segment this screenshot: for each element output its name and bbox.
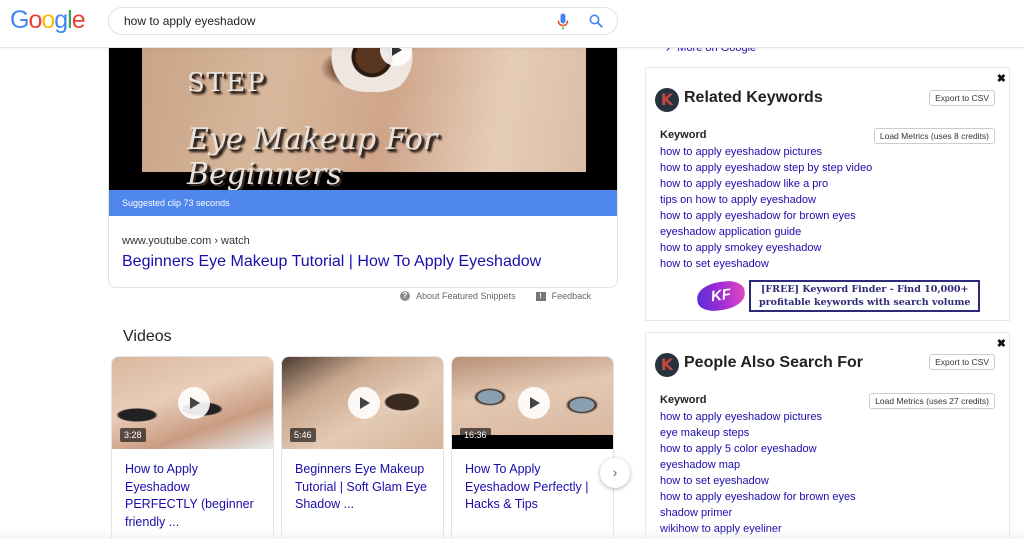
video-thumbnail[interactable]: STEP Eye Makeup For Beginners — [142, 48, 586, 192]
video-thumbnail[interactable]: 5:46 — [282, 357, 443, 449]
logo-letter: G — [10, 6, 29, 34]
promo-line-1: [FREE] Keyword Finder - Find 10,000+ — [760, 284, 969, 295]
keyword-link[interactable]: tips on how to apply eyeshadow — [660, 192, 872, 208]
export-csv-button[interactable]: Export to CSV — [929, 90, 995, 106]
promo-text[interactable]: [FREE] Keyword Finder - Find 10,000+ pro… — [749, 280, 981, 312]
featured-snippet-card: STEP Eye Makeup For Beginners Suggested … — [108, 48, 618, 288]
keyword-link[interactable]: how to set eyeshadow — [660, 473, 856, 489]
video-thumbnail[interactable]: 16:36 — [452, 357, 613, 449]
video-card[interactable]: 5:46 Beginners Eye Makeup Tutorial | Sof… — [281, 356, 444, 539]
suggested-clip-bar[interactable]: Suggested clip 73 seconds — [109, 190, 617, 216]
keyword-link[interactable]: shadow primer — [660, 505, 856, 521]
thumbnail-caption-main: Eye Makeup For Beginners — [187, 122, 438, 192]
logo-letter: o — [41, 6, 55, 34]
video-title-link[interactable]: How To Apply Eyeshadow Perfectly | Hacks… — [465, 461, 605, 514]
videos-heading: Videos — [123, 328, 172, 345]
google-results-page: Google how to apply eyeshadow STEP Eye M… — [0, 0, 1024, 539]
magnifier-icon[interactable] — [589, 14, 603, 28]
chevron-right-icon[interactable]: › — [600, 458, 630, 488]
video-duration: 16:36 — [460, 428, 491, 442]
logo-letter: g — [54, 6, 68, 34]
load-metrics-button[interactable]: Load Metrics (uses 27 credits) — [869, 393, 995, 409]
keyword-link[interactable]: how to set eyeshadow — [660, 256, 872, 272]
keyword-link[interactable]: how to apply eyeshadow pictures — [660, 144, 872, 160]
video-card[interactable]: 16:36 How To Apply Eyeshadow Perfectly |… — [451, 356, 614, 539]
keyword-column-header: Keyword — [660, 394, 707, 406]
load-metrics-button[interactable]: Load Metrics (uses 8 credits) — [873, 128, 995, 144]
about-featured-snippets-link[interactable]: ? About Featured Snippets — [400, 291, 516, 301]
keyword-link[interactable]: how to apply eyeshadow like a pro — [660, 176, 872, 192]
search-input[interactable]: how to apply eyeshadow — [108, 7, 618, 35]
keyword-link[interactable]: how to apply 5 color eyeshadow — [660, 441, 856, 457]
google-logo[interactable]: Google — [10, 6, 86, 35]
search-header: Google how to apply eyeshadow — [0, 0, 1024, 48]
related-keywords-panel: ✖ K Related Keywords Export to CSV Keywo… — [645, 67, 1010, 321]
keyword-link[interactable]: eye makeup steps — [660, 425, 856, 441]
help-icon: ? — [400, 291, 410, 301]
keyword-list: how to apply eyeshadow pictures how to a… — [660, 144, 872, 272]
keywords-everywhere-logo: K — [655, 88, 679, 112]
feedback-link[interactable]: ! Feedback — [535, 291, 592, 301]
video-title-link[interactable]: How to Apply Eyeshadow PERFECTLY (beginn… — [125, 461, 265, 531]
play-icon[interactable] — [518, 387, 550, 419]
people-also-search-panel: ✖ K People Also Search For Export to CSV… — [645, 332, 1010, 539]
panel-title: People Also Search For — [684, 354, 864, 371]
video-thumbnail[interactable]: 3:28 — [112, 357, 273, 449]
bottom-fade — [0, 530, 1024, 539]
keyword-link[interactable]: how to apply smokey eyeshadow — [660, 240, 872, 256]
keyword-link[interactable]: how to apply eyeshadow for brown eyes — [660, 208, 872, 224]
video-duration: 5:46 — [290, 428, 316, 442]
keyword-list: how to apply eyeshadow pictures eye make… — [660, 409, 856, 537]
close-icon[interactable]: ✖ — [997, 72, 1006, 85]
close-icon[interactable]: ✖ — [997, 337, 1006, 350]
result-title-link[interactable]: Beginners Eye Makeup Tutorial | How To A… — [122, 253, 541, 271]
video-card[interactable]: 3:28 How to Apply Eyeshadow PERFECTLY (b… — [111, 356, 274, 539]
keyword-link[interactable]: eyeshadow map — [660, 457, 856, 473]
play-icon[interactable] — [348, 387, 380, 419]
result-url: www.youtube.com › watch — [122, 235, 250, 247]
keyword-column-header: Keyword — [660, 129, 707, 141]
snippet-footer: ? About Featured Snippets ! Feedback — [400, 291, 591, 301]
panel-title: Related Keywords — [684, 89, 823, 106]
keyword-link[interactable]: how to apply eyeshadow pictures — [660, 409, 856, 425]
featured-video-player[interactable]: STEP Eye Makeup For Beginners — [109, 48, 617, 192]
logo-letter: e — [71, 6, 86, 34]
microphone-icon[interactable] — [557, 13, 569, 30]
keyword-finder-promo[interactable]: KF [FREE] Keyword Finder - Find 10,000+ … — [695, 278, 981, 314]
keyword-finder-logo: KF — [695, 278, 747, 314]
about-label: About Featured Snippets — [416, 291, 516, 301]
logo-letter: o — [28, 6, 42, 34]
play-icon[interactable] — [178, 387, 210, 419]
keyword-link[interactable]: how to apply eyeshadow step by step vide… — [660, 160, 872, 176]
feedback-icon: ! — [535, 291, 546, 301]
promo-line-2: profitable keywords with search volume — [759, 297, 971, 308]
keyword-link[interactable]: how to apply eyeshadow for brown eyes — [660, 489, 856, 505]
video-duration: 3:28 — [120, 428, 146, 442]
export-csv-button[interactable]: Export to CSV — [929, 354, 995, 370]
thumbnail-caption-step: STEP — [187, 68, 267, 98]
keyword-link[interactable]: eyeshadow application guide — [660, 224, 872, 240]
video-title-link[interactable]: Beginners Eye Makeup Tutorial | Soft Gla… — [295, 461, 435, 514]
keywords-everywhere-logo: K — [655, 353, 679, 377]
feedback-label: Feedback — [551, 291, 592, 301]
search-query-text[interactable]: how to apply eyeshadow — [124, 14, 255, 28]
